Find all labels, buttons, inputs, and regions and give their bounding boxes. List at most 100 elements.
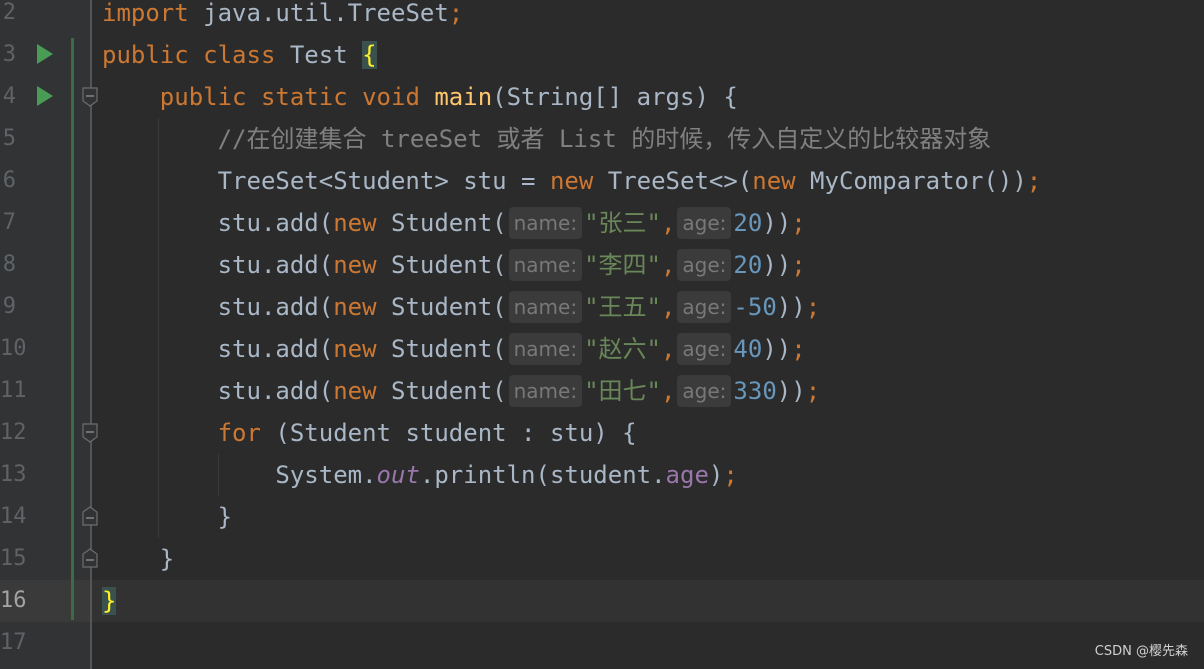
code-line-treeset-decl[interactable]: TreeSet<Student> stu = new TreeSet<>(new… — [102, 160, 1042, 202]
code-line-add-student[interactable]: stu.add(new Student(name: "张三", age: 20)); — [102, 202, 806, 244]
line-number[interactable]: 4 — [0, 76, 16, 118]
line-number[interactable]: 14 — [0, 496, 27, 538]
student-constructor: Student( — [376, 293, 507, 321]
matched-brace: } — [102, 587, 117, 615]
add-call: stu.add( — [217, 377, 334, 405]
matched-brace: { — [362, 41, 377, 69]
line-number[interactable]: 6 — [0, 160, 16, 202]
fold-end-icon[interactable] — [82, 548, 98, 568]
class-name: Test — [289, 41, 348, 69]
string-literal: "田七" — [584, 377, 661, 405]
comma: , — [660, 251, 676, 279]
param-hint-age: age: — [677, 291, 732, 323]
line-number[interactable]: 7 — [0, 202, 16, 244]
semicolon: ; — [791, 209, 806, 237]
string-literal: "李四" — [584, 251, 661, 279]
keyword: import — [102, 0, 189, 27]
line-number[interactable]: 11 — [0, 370, 27, 412]
code-line-close-main[interactable]: } — [102, 538, 174, 580]
code-line-close-for[interactable]: } — [102, 496, 232, 538]
student-constructor: Student( — [376, 209, 507, 237]
current-line-highlight — [92, 580, 1204, 622]
comma: , — [660, 335, 676, 363]
watermark: CSDN @樱先森 — [1094, 644, 1188, 659]
code-line-add-student[interactable]: stu.add(new Student(name: "田七", age: 330)); — [102, 370, 820, 412]
treeset-constructor: TreeSet<>( — [593, 167, 753, 195]
student-constructor: Student( — [376, 335, 507, 363]
import-path: java.util.TreeSet — [203, 0, 449, 27]
closing-parens: )) — [776, 293, 806, 321]
line-number[interactable]: 12 — [0, 412, 27, 454]
fold-end-icon[interactable] — [82, 506, 98, 526]
add-call: stu.add( — [217, 335, 334, 363]
code-line-class-decl[interactable]: public class Test { — [102, 34, 377, 76]
code-line-add-student[interactable]: stu.add(new Student(name: "赵六", age: 40)); — [102, 328, 806, 370]
param-hint-age: age: — [677, 375, 732, 407]
add-call: stu.add( — [217, 293, 334, 321]
keyword: for — [217, 419, 261, 447]
line-number[interactable]: 8 — [0, 244, 16, 286]
line-number[interactable]: 2 — [0, 0, 16, 34]
semicolon: ; — [791, 251, 806, 279]
comparator-constructor: MyComparator()) — [795, 167, 1027, 195]
param-hint-age: age: — [677, 333, 732, 365]
for-header: (Student student : stu) { — [260, 419, 637, 447]
line-number[interactable]: 5 — [0, 118, 16, 160]
run-main-icon[interactable] — [37, 86, 53, 106]
semicolon: ; — [805, 293, 821, 321]
keyword: new — [333, 209, 377, 237]
code-line-add-student[interactable]: stu.add(new Student(name: "王五", age: -50)); — [102, 286, 820, 328]
line-number[interactable]: 9 — [0, 286, 16, 328]
close-paren: ) — [708, 461, 724, 489]
keyword: new — [549, 167, 594, 195]
comment: //在创建集合 treeSet 或者 List 的时候，传入自定义的比较器对象 — [217, 125, 992, 153]
system-ref: System. — [275, 461, 377, 489]
keyword: public — [159, 83, 247, 111]
vcs-change-marker[interactable] — [71, 38, 74, 620]
field-ref: age — [665, 461, 709, 489]
line-number-current[interactable]: 16 — [0, 580, 27, 622]
method-params: (String[] args) { — [492, 83, 738, 111]
code-line-println[interactable]: System.out.println(student.age); — [102, 454, 738, 496]
semicolon: ; — [805, 377, 821, 405]
line-number[interactable]: 3 — [0, 34, 16, 76]
comma: , — [660, 377, 676, 405]
code-line-main-decl[interactable]: public static void main(String[] args) { — [102, 76, 738, 118]
semicolon: ; — [723, 461, 738, 489]
closing-parens: )) — [762, 335, 792, 363]
line-number[interactable]: 10 — [0, 328, 27, 370]
keyword: new — [333, 293, 377, 321]
string-literal: "赵六" — [584, 335, 661, 363]
number-literal: 20 — [733, 251, 763, 279]
line-number[interactable]: 13 — [0, 454, 27, 496]
keyword: public — [102, 41, 189, 69]
number-literal: 40 — [733, 335, 763, 363]
code-line-comment[interactable]: //在创建集合 treeSet 或者 List 的时候，传入自定义的比较器对象 — [102, 118, 992, 160]
println-call: .println(student. — [419, 461, 666, 489]
code-line-close-class[interactable]: } — [102, 580, 117, 622]
fold-collapse-icon[interactable] — [82, 423, 98, 443]
code-line-import[interactable]: import java.util.TreeSet; — [102, 0, 463, 34]
keyword: new — [333, 251, 377, 279]
keyword: new — [752, 167, 796, 195]
treeset-declaration: TreeSet<Student> stu = — [217, 167, 550, 195]
code-line-for-loop[interactable]: for (Student student : stu) { — [102, 412, 637, 454]
line-number[interactable]: 15 — [0, 538, 27, 580]
run-class-icon[interactable] — [37, 44, 53, 64]
fold-collapse-icon[interactable] — [82, 87, 98, 107]
closing-brace: } — [217, 503, 233, 531]
number-literal: 330 — [733, 377, 777, 405]
string-literal: "张三" — [584, 209, 661, 237]
add-call: stu.add( — [217, 209, 334, 237]
closing-parens: )) — [762, 209, 792, 237]
number-literal: 20 — [733, 209, 763, 237]
string-literal: "王五" — [584, 293, 661, 321]
param-hint-name: name: — [508, 207, 583, 239]
param-hint-name: name: — [508, 333, 583, 365]
static-field: out — [376, 461, 420, 489]
line-number[interactable]: 17 — [0, 622, 27, 664]
param-hint-age: age: — [677, 207, 732, 239]
code-line-add-student[interactable]: stu.add(new Student(name: "李四", age: 20)); — [102, 244, 806, 286]
semicolon: ; — [1026, 167, 1042, 195]
param-hint-name: name: — [508, 291, 583, 323]
